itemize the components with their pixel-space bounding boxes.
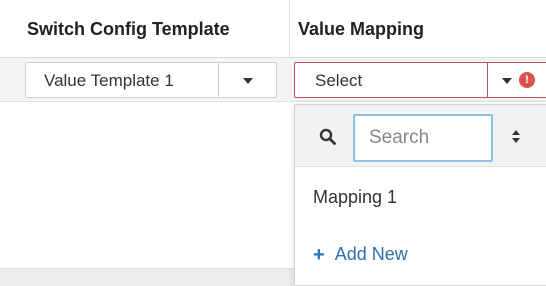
sort-icon[interactable]	[495, 114, 541, 160]
error-icon: !	[519, 72, 535, 88]
mapping-select-value: Select	[315, 71, 363, 90]
value-mapping-select[interactable]: Select !	[294, 62, 546, 98]
switch-config-template-select[interactable]: Value Template 1	[25, 62, 277, 98]
add-new-option[interactable]: + Add New	[313, 244, 408, 265]
sort-down-icon	[512, 138, 520, 143]
value-mapping-dropdown: Mapping 1 + Add New	[294, 104, 546, 286]
dropdown-option-mapping-1[interactable]: Mapping 1	[313, 187, 397, 208]
template-select-toggle[interactable]	[218, 63, 276, 97]
sort-up-icon	[512, 130, 520, 135]
dropdown-search-row	[295, 105, 546, 167]
column-divider	[289, 0, 290, 58]
dropdown-search-input[interactable]	[353, 114, 493, 162]
chevron-down-icon	[243, 78, 253, 84]
mapping-select-toggle[interactable]: !	[487, 63, 546, 97]
column-header-switch-config-template[interactable]: Switch Config Template	[27, 19, 230, 40]
column-header-value-mapping[interactable]: Value Mapping	[298, 19, 424, 40]
search-icon	[305, 114, 351, 160]
table-header-row: Switch Config Template Value Mapping	[0, 0, 546, 58]
plus-icon: +	[313, 243, 325, 266]
template-select-value: Value Template 1	[44, 71, 174, 90]
chevron-down-icon	[502, 78, 512, 84]
add-new-label: Add New	[334, 244, 408, 264]
table-footer	[0, 268, 294, 286]
